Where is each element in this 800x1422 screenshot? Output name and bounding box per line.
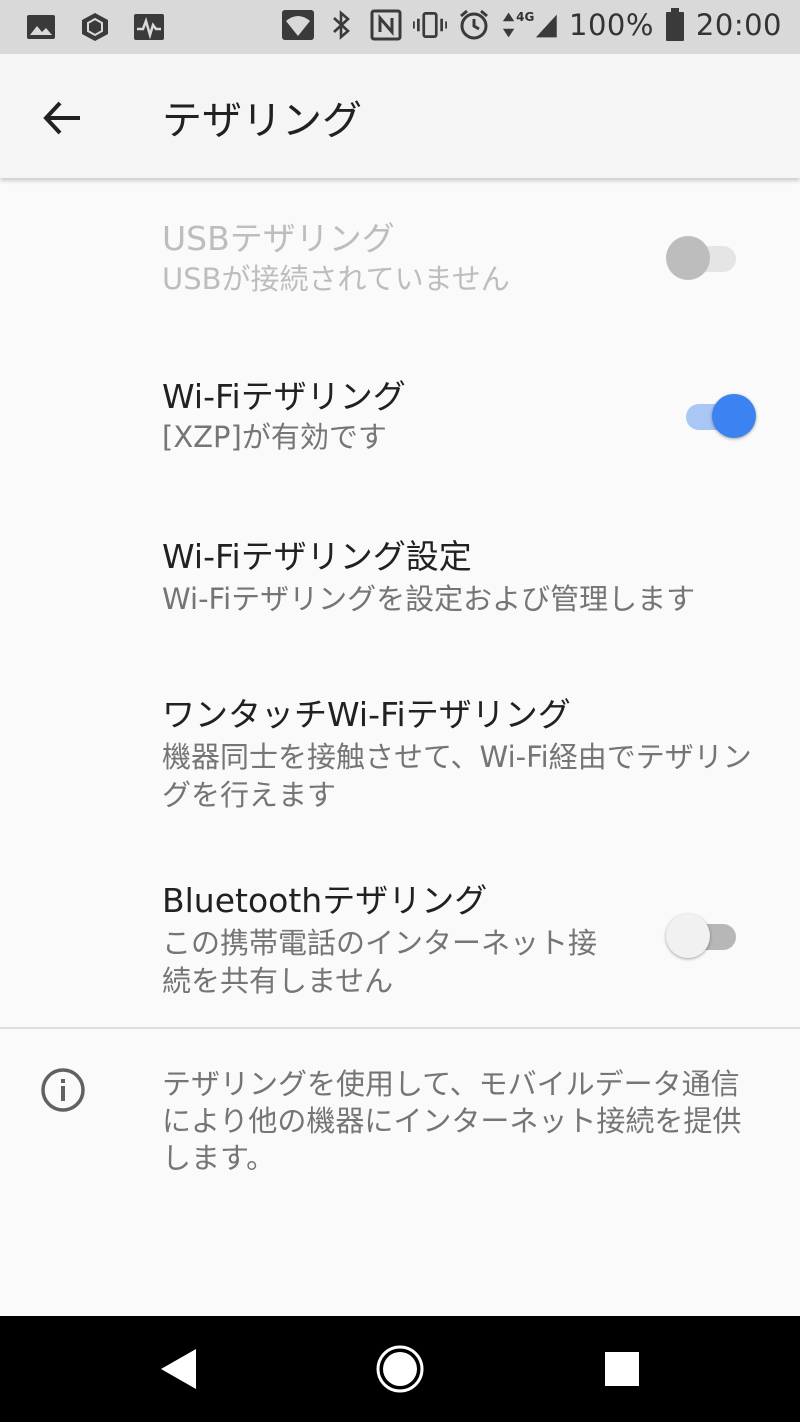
nfc-icon xyxy=(369,8,403,42)
circle-home-icon xyxy=(376,1345,424,1393)
onetouch-wifi-tethering-subtitle: 機器同士を接触させて、Wi-Fi経由でテザリングを行えます xyxy=(162,740,752,812)
usb-tethering-toggle[interactable] xyxy=(666,234,742,284)
toggle-thumb xyxy=(666,236,710,280)
battery-icon xyxy=(664,8,686,42)
bluetooth-icon xyxy=(325,8,359,42)
toggle-thumb xyxy=(666,914,710,958)
app-bar: テザリング xyxy=(0,54,800,178)
alarm-icon xyxy=(457,8,491,42)
toggle-thumb xyxy=(712,394,756,438)
wifi-tethering-settings-title: Wi-Fiテザリング設定 xyxy=(162,537,472,576)
arrow-left-icon xyxy=(43,101,80,135)
package-icon xyxy=(78,10,112,44)
nav-recents-button[interactable] xyxy=(592,1339,652,1399)
onetouch-wifi-tethering-title: ワンタッチWi-Fiテザリング xyxy=(162,695,571,734)
triangle-back-icon xyxy=(161,1349,196,1389)
square-recents-icon xyxy=(605,1352,639,1386)
signal-icon: 4G xyxy=(501,8,559,42)
wifi-tethering-subtitle: [XZP]が有効です xyxy=(162,420,387,454)
bluetooth-tethering-subtitle: この携帯電話のインターネット接続を共有しません xyxy=(162,926,598,998)
nav-back-button[interactable] xyxy=(148,1339,208,1399)
status-bar: 4G 100% 20:00 xyxy=(0,0,800,54)
wifi-tethering-settings-row[interactable]: Wi-Fiテザリング設定 Wi-Fiテザリングを設定および管理します xyxy=(0,500,800,650)
back-button[interactable] xyxy=(30,86,94,150)
wifi-tethering-title: Wi-Fiテザリング xyxy=(162,377,406,416)
vibrate-icon xyxy=(413,8,447,42)
page-title: テザリング xyxy=(162,98,362,144)
usb-tethering-subtitle: USBが接続されていません xyxy=(162,262,510,296)
wifi-tethering-toggle[interactable] xyxy=(680,392,756,442)
navigation-bar xyxy=(0,1316,800,1422)
onetouch-wifi-tethering-row[interactable]: ワンタッチWi-Fiテザリング 機器同士を接触させて、Wi-Fi経由でテザリング… xyxy=(0,660,800,830)
wifi-tethering-row[interactable]: Wi-Fiテザリング [XZP]が有効です xyxy=(0,340,800,490)
bluetooth-tethering-row[interactable]: Bluetoothテザリング この携帯電話のインターネット接続を共有しません xyxy=(0,850,800,1020)
nav-home-button[interactable] xyxy=(370,1339,430,1399)
battery-level: 100% xyxy=(569,8,654,42)
bluetooth-tethering-toggle[interactable] xyxy=(666,912,742,962)
usb-tethering-title: USBテザリング xyxy=(162,219,395,258)
network-type: 4G xyxy=(516,10,535,24)
divider xyxy=(0,1027,800,1029)
bluetooth-tethering-title: Bluetoothテザリング xyxy=(162,881,488,920)
info-icon xyxy=(40,1067,86,1113)
wifi-icon xyxy=(281,8,315,42)
clock: 20:00 xyxy=(695,8,782,42)
usb-tethering-row[interactable]: USBテザリング USBが接続されていません xyxy=(0,178,800,328)
image-icon xyxy=(24,10,58,44)
wifi-tethering-settings-subtitle: Wi-Fiテザリングを設定および管理します xyxy=(162,582,696,616)
info-text: テザリングを使用して、モバイルデータ通信により他の機器にインターネット接続を提供… xyxy=(162,1067,742,1175)
activity-icon xyxy=(132,10,166,44)
